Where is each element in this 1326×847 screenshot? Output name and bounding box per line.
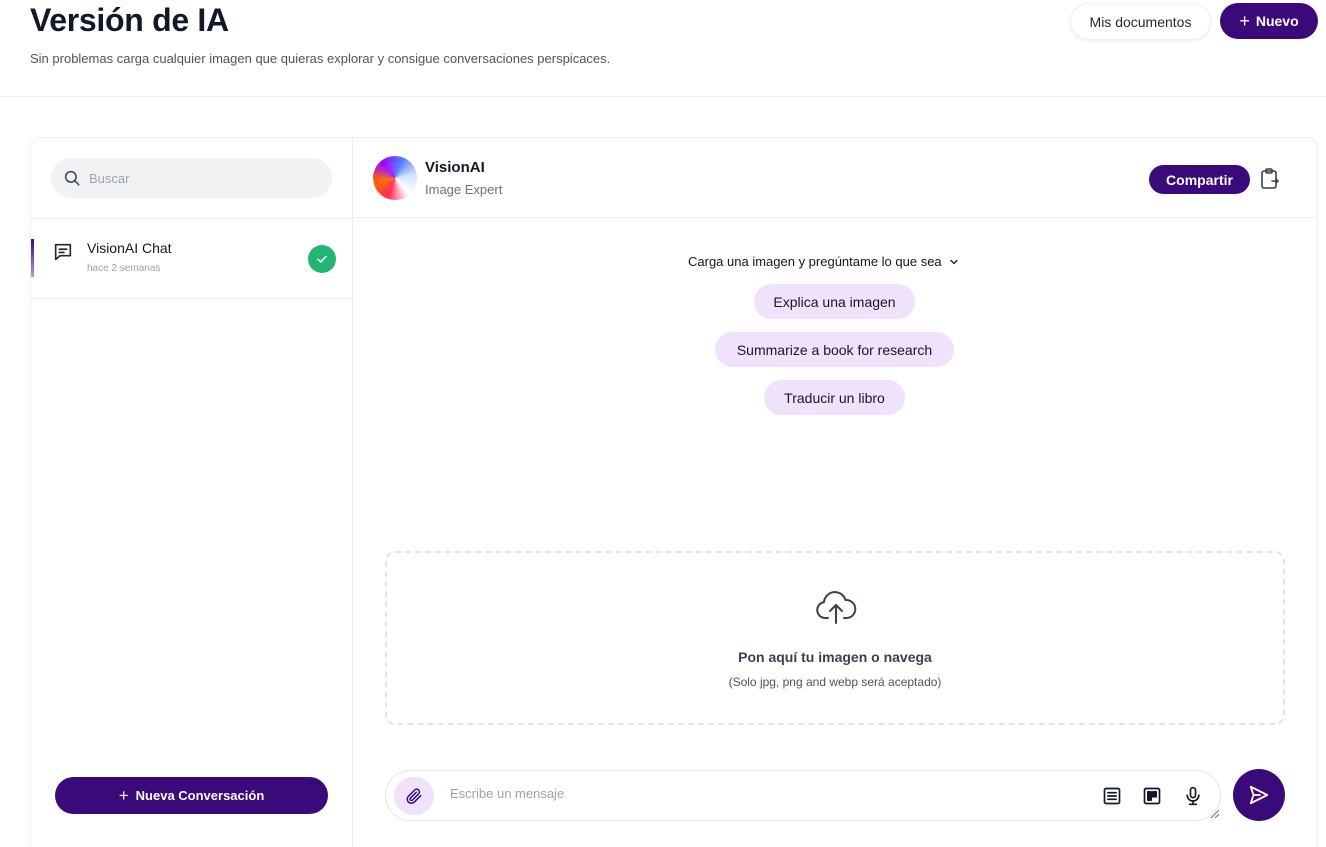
- plus-icon: +: [1239, 11, 1250, 31]
- share-label: Compartir: [1166, 171, 1233, 188]
- chat-header: VisionAI Image Expert Compartir: [353, 138, 1318, 218]
- message-input[interactable]: [450, 786, 1050, 801]
- conversation-title: VisionAI Chat: [87, 240, 172, 256]
- search-input[interactable]: [89, 170, 309, 186]
- conversation-sidebar: VisionAI Chat hace 2 semanas + Nueva Con…: [31, 138, 353, 847]
- suggestion-chip[interactable]: Explica una imagen: [754, 284, 915, 319]
- paperclip-icon: [406, 788, 422, 805]
- clipboard-icon[interactable]: [1259, 167, 1281, 191]
- chat-panel: VisionAI Image Expert Compartir Carga un…: [353, 138, 1318, 847]
- search-box[interactable]: [51, 158, 332, 198]
- my-documents-button[interactable]: Mis documentos: [1070, 3, 1211, 40]
- active-indicator: [31, 239, 34, 277]
- image-dropzone[interactable]: Pon aquí tu imagen o navega (Solo jpg, p…: [385, 551, 1285, 725]
- conversation-time: hace 2 semanas: [87, 263, 161, 274]
- dropzone-subtitle: (Solo jpg, png and webp será aceptado): [728, 675, 942, 689]
- search-icon: [64, 170, 80, 186]
- check-icon: [308, 245, 336, 273]
- agent-avatar: [373, 156, 417, 200]
- microphone-icon[interactable]: [1182, 785, 1204, 807]
- cloud-upload-icon: [816, 591, 857, 624]
- new-button[interactable]: + Nuevo: [1220, 3, 1318, 39]
- page-header: Versión de IA Sin problemas carga cualqu…: [0, 0, 1326, 97]
- send-button[interactable]: [1233, 769, 1285, 821]
- new-conversation-button[interactable]: + Nueva Conversación: [55, 777, 328, 814]
- prompt-toggle-label: Carga una imagen y pregúntame lo que sea: [688, 254, 942, 269]
- suggestion-chip[interactable]: Summarize a book for research: [715, 332, 954, 367]
- send-icon: [1249, 785, 1269, 805]
- page-subtitle: Sin problemas carga cualquier imagen que…: [30, 51, 611, 66]
- board-icon[interactable]: [1141, 785, 1163, 807]
- page-title: Versión de IA: [30, 2, 229, 38]
- new-button-label: Nuevo: [1255, 13, 1299, 29]
- conversation-item[interactable]: VisionAI Chat hace 2 semanas: [31, 219, 352, 299]
- resize-grip-icon[interactable]: [1210, 809, 1219, 818]
- my-documents-label: Mis documentos: [1089, 13, 1192, 30]
- chevron-down-icon: [950, 259, 958, 264]
- new-conversation-label: Nueva Conversación: [135, 788, 265, 803]
- dropzone-title: Pon aquí tu imagen o navega: [738, 649, 932, 665]
- plus-icon: +: [118, 786, 129, 805]
- prompt-toggle[interactable]: Carga una imagen y pregúntame lo que sea: [688, 254, 960, 269]
- agent-role: Image Expert: [425, 182, 503, 197]
- suggestion-chip[interactable]: Traducir un libro: [764, 380, 905, 415]
- agent-name: VisionAI: [425, 159, 485, 176]
- attach-button[interactable]: [394, 777, 434, 815]
- share-button[interactable]: Compartir: [1149, 165, 1250, 194]
- message-composer: [385, 770, 1221, 821]
- list-icon[interactable]: [1101, 785, 1123, 807]
- chat-icon: [54, 243, 72, 261]
- app-card: VisionAI Chat hace 2 semanas + Nueva Con…: [30, 137, 1318, 847]
